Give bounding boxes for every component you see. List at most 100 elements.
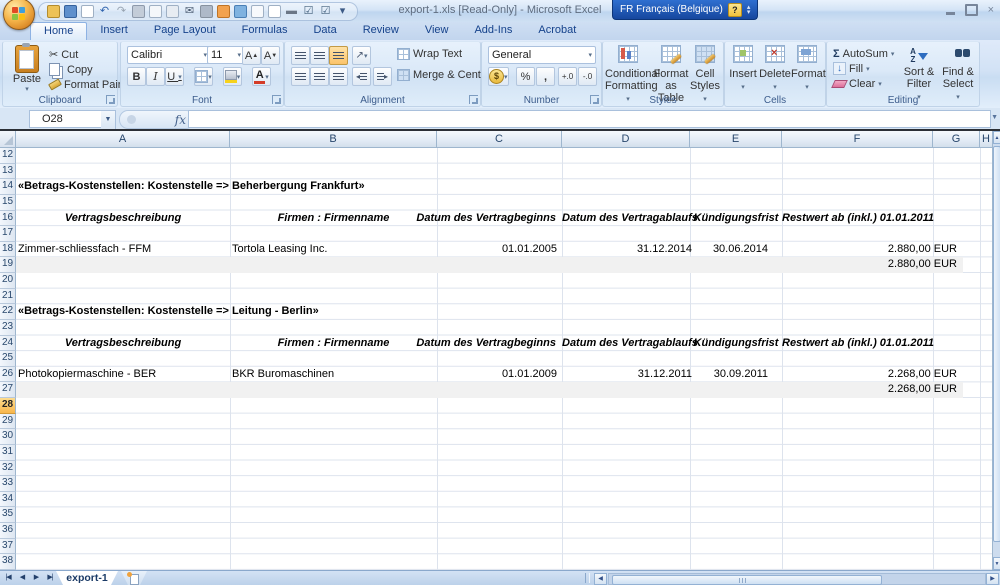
comma-style-button[interactable]: , <box>536 67 555 86</box>
row-header-34[interactable]: 34 <box>0 492 16 508</box>
bold-button[interactable]: B <box>127 67 146 86</box>
orientation-button[interactable]: ↗▾ <box>352 46 371 65</box>
cell-total-1[interactable]: 2.880,00 EUR <box>782 257 957 273</box>
delete-cells-button[interactable]: × Delete▾ <box>759 45 791 92</box>
section-1-title[interactable]: «Betrags-Kostenstellen: Kostenstelle => … <box>18 179 365 195</box>
tab-home[interactable]: Home <box>30 22 87 41</box>
shrink-font-button[interactable]: A▼ <box>261 46 280 65</box>
row-header-20[interactable]: 20 <box>0 273 16 289</box>
header2-vertragbeginn[interactable]: Datum des Vertragbeginns <box>380 336 556 352</box>
language-bar-options-icon[interactable]: ▴▾ <box>747 5 751 15</box>
fill-button[interactable]: ↓Fill▾ <box>833 61 894 76</box>
restore-button[interactable] <box>965 4 978 16</box>
header-vertragbeginn[interactable]: Datum des Vertragbeginns <box>380 211 556 227</box>
horizontal-scrollbar[interactable] <box>608 573 986 585</box>
number-format-combo[interactable]: General▾ <box>488 46 596 64</box>
alignment-dialog-launcher[interactable] <box>469 95 478 104</box>
align-right-button[interactable] <box>329 67 348 86</box>
grow-font-button[interactable]: A▲ <box>242 46 261 65</box>
row-header-32[interactable]: 32 <box>0 461 16 477</box>
row-header-37[interactable]: 37 <box>0 539 16 555</box>
name-box-dropdown-icon[interactable]: ▼ <box>101 110 116 130</box>
tab-insert[interactable]: Insert <box>87 22 141 40</box>
fill-color-button[interactable]: ▾ <box>223 67 242 86</box>
scroll-down-icon[interactable]: ▼ <box>993 557 1000 570</box>
row-header-14[interactable]: 14 <box>0 179 16 195</box>
first-sheet-icon[interactable]: |◀ <box>2 572 14 584</box>
increase-decimal-button[interactable]: +.0 <box>558 67 577 86</box>
decrease-indent-button[interactable]: ◂ <box>352 67 371 86</box>
sort-filter-button[interactable]: AZ Sort & Filter▾ <box>899 45 939 102</box>
tab-formulas[interactable]: Formulas <box>229 22 301 40</box>
header2-vertragsbeschreibung[interactable]: Vertragsbeschreibung <box>16 336 230 352</box>
cell-beginn-1[interactable]: 01.01.2005 <box>437 242 557 258</box>
align-center-button[interactable] <box>310 67 329 86</box>
close-button[interactable]: × <box>988 4 994 16</box>
row-header-24[interactable]: 24 <box>0 336 16 352</box>
header2-restwert[interactable]: Restwert ab (inkl.) 01.01.2011 <box>782 336 933 352</box>
language-bar[interactable]: FR Français (Belgique) ? ▴▾ <box>612 0 758 20</box>
row-header-28[interactable]: 28 <box>0 398 16 414</box>
cell-frist-1[interactable]: 30.06.2014 <box>690 242 768 258</box>
row-header-38[interactable]: 38 <box>0 554 16 570</box>
top-align-button[interactable] <box>291 46 310 65</box>
cell-ablauf-1[interactable]: 31.12.2014 <box>562 242 692 258</box>
accounting-format-button[interactable]: $▾ <box>488 67 509 86</box>
row-header-15[interactable]: 15 <box>0 195 16 211</box>
underline-button[interactable]: U ▾ <box>165 67 184 86</box>
format-cells-button[interactable]: Format▾ <box>791 45 823 92</box>
row-header-17[interactable]: 17 <box>0 226 16 242</box>
paste-button[interactable]: Paste▾ <box>7 45 47 93</box>
tab-view[interactable]: View <box>412 22 462 40</box>
minimize-button[interactable] <box>946 12 955 15</box>
font-family-combo[interactable]: Calibri▾ <box>127 46 211 64</box>
header-vertragsbeschreibung[interactable]: Vertragsbeschreibung <box>16 211 230 227</box>
worksheet-grid[interactable]: «Betrags-Kostenstellen: Kostenstelle => … <box>16 148 993 570</box>
column-header-a[interactable]: A <box>16 131 230 148</box>
scroll-left-icon[interactable]: ◀ <box>594 573 607 585</box>
tab-acrobat[interactable]: Acrobat <box>525 22 589 40</box>
cell-beschreibung-1[interactable]: Zimmer-schliessfach - FFM <box>18 242 151 258</box>
row-header-27[interactable]: 27 <box>0 382 16 398</box>
clipboard-dialog-launcher[interactable] <box>106 95 115 104</box>
row-header-35[interactable]: 35 <box>0 507 16 523</box>
tab-scrollbar-split-handle[interactable] <box>585 573 590 583</box>
vertical-scrollbar[interactable]: ▲ ▼ <box>992 131 1000 570</box>
row-header-21[interactable]: 21 <box>0 289 16 305</box>
percent-style-button[interactable]: % <box>516 67 535 86</box>
next-sheet-icon[interactable]: ▶ <box>30 572 42 584</box>
header-vertragablauf[interactable]: Datum des Vertragablaufs <box>562 211 692 227</box>
cell-frist-2[interactable]: 30.09.2011 <box>690 367 768 383</box>
row-header-22[interactable]: 22 <box>0 304 16 320</box>
column-header-c[interactable]: C <box>437 131 562 148</box>
cell-firma-1[interactable]: Tortola Leasing Inc. <box>232 242 327 258</box>
row-header-29[interactable]: 29 <box>0 414 16 430</box>
formula-input[interactable] <box>188 110 991 128</box>
cell-firma-2[interactable]: BKR Buromaschinen <box>232 367 334 383</box>
formula-bar-expand-icon[interactable]: ▼ <box>991 114 998 121</box>
header2-vertragablauf[interactable]: Datum des Vertragablaufs <box>562 336 692 352</box>
decrease-decimal-button[interactable]: -.0 <box>578 67 597 86</box>
row-header-18[interactable]: 18 <box>0 242 16 258</box>
middle-align-button[interactable] <box>310 46 329 65</box>
font-dialog-launcher[interactable] <box>272 95 281 104</box>
scroll-right-icon[interactable]: ▶ <box>986 573 999 585</box>
row-header-36[interactable]: 36 <box>0 523 16 539</box>
bottom-align-button[interactable] <box>329 46 348 65</box>
insert-function-button[interactable]: fx <box>119 110 195 129</box>
column-header-b[interactable]: B <box>230 131 437 148</box>
increase-indent-button[interactable]: ▸ <box>373 67 392 86</box>
row-header-26[interactable]: 26 <box>0 367 16 383</box>
insert-worksheet-tab[interactable] <box>121 571 147 585</box>
tab-data[interactable]: Data <box>300 22 349 40</box>
cell-beginn-2[interactable]: 01.01.2009 <box>437 367 557 383</box>
row-header-33[interactable]: 33 <box>0 476 16 492</box>
find-select-button[interactable]: Find & Select▾ <box>939 45 977 102</box>
autosum-button[interactable]: ΣAutoSum▾ <box>833 46 894 61</box>
cell-restwert-2[interactable]: 2.268,00 EUR <box>782 367 957 383</box>
scroll-up-icon[interactable]: ▲ <box>993 131 1000 144</box>
vertical-scroll-thumb[interactable] <box>993 146 1000 542</box>
row-header-16[interactable]: 16 <box>0 211 16 227</box>
font-size-combo[interactable]: 11▾ <box>207 46 245 64</box>
column-header-d[interactable]: D <box>562 131 690 148</box>
